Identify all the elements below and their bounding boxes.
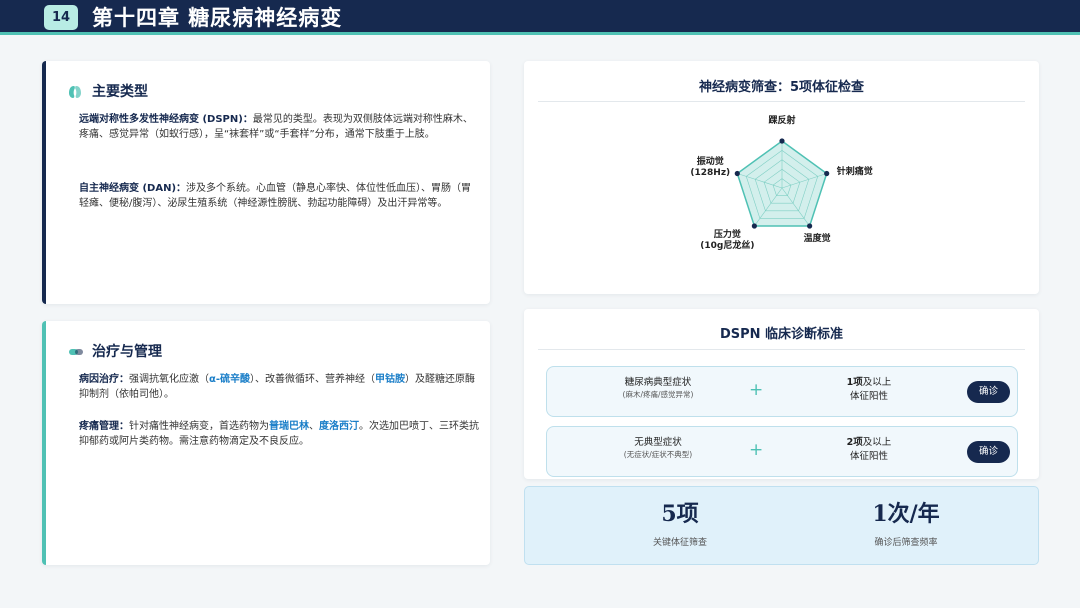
radar-axis-label: 振动觉 (128Hz): [690, 157, 731, 179]
criteria-card: DSPN 临床诊断标准 糖尿病典型症状 (麻木/疼痛/感觉异常) + 1项及以上…: [524, 309, 1039, 479]
radar-axis-label: 压力觉 (10g尼龙丝): [700, 230, 755, 252]
treatment-header: 治疗与管理: [68, 341, 162, 361]
etiology-term: 病因治疗: [79, 374, 119, 385]
criteria-row-typical: 糖尿病典型症状 (麻木/疼痛/感觉异常) + 1项及以上 体征阳性 确诊: [546, 366, 1018, 417]
radar-chart: [734, 138, 830, 229]
dspn-term: 远端对称性多发性神经病变 (DSPN): [79, 114, 243, 125]
header-bar: 14 第十四章 糖尿病神经病变: [0, 0, 1080, 35]
main-types-card: 主要类型 远端对称性多发性神经病变 (DSPN)：最常见的类型。表现为双侧肢体远…: [42, 61, 490, 304]
dan-paragraph: 自主神经病变 (DAN)：涉及多个系统。心血管（静息心率快、体位性低血压）、胃肠…: [79, 183, 472, 209]
stat-label: 确诊后筛查频率: [874, 538, 938, 548]
kidney-icon: [68, 84, 82, 98]
criteria-title: DSPN 临床诊断标准: [719, 327, 844, 342]
criteria-symptom: 无典型症状: [634, 437, 682, 448]
radar-axis-label: 温度觉: [803, 234, 831, 245]
plus-icon: +: [749, 440, 764, 460]
criteria-symptom-detail: (麻木/疼痛/感觉异常): [622, 390, 694, 399]
stat-signs: 5项 关键体征筛查: [580, 499, 780, 548]
stat-value: 5项: [661, 501, 699, 527]
radar-point: [824, 170, 830, 177]
pain-paragraph: 疼痛管理：针对痛性神经病变，首选药物为普瑞巴林、度洛西汀。次选加巴喷丁、三环类抗…: [79, 421, 479, 447]
radar-point: [751, 223, 757, 229]
criteria-row-atypical: 无典型症状 (无症状/症状不典型) + 2项及以上 体征阳性 确诊: [546, 426, 1018, 477]
dspn-paragraph: 远端对称性多发性神经病变 (DSPN)：最常见的类型。表现为双侧肢体远端对称性麻…: [79, 114, 473, 140]
main-types-title: 主要类型: [92, 84, 148, 100]
radar-point: [734, 170, 740, 177]
plus-icon: +: [749, 380, 764, 400]
radar-axis-label: 针刺痛觉: [836, 167, 873, 178]
criteria-requirement: 1项及以上 体征阳性: [846, 377, 892, 402]
diagnosis-badge: 确诊: [967, 381, 1010, 403]
page-title: 第十四章 糖尿病神经病变: [92, 5, 343, 30]
radar-point: [779, 138, 785, 144]
criteria-symptom: 糖尿病典型症状: [624, 377, 692, 388]
treatment-title: 治疗与管理: [92, 344, 162, 360]
radar-card: 神经病变筛查：5项体征检查 踝反射 针刺痛觉 温度觉 压力觉 (10g尼龙丝) 振动觉 (1…: [524, 61, 1039, 294]
diagnosis-badge: 确诊: [967, 441, 1010, 463]
drug-alpha-lipoic: α-硫辛酸: [209, 374, 251, 385]
drug-mecobalamin: 甲钴胺: [375, 374, 406, 385]
drug-pregabalin: 普瑞巴林: [269, 421, 309, 432]
main-types-header: 主要类型: [68, 81, 148, 101]
stat-label: 关键体征筛查: [652, 538, 707, 548]
stat-value: 1次/年: [872, 501, 940, 527]
drug-duloxetine: 度洛西汀: [319, 421, 359, 432]
page-number-badge: 14: [44, 5, 78, 30]
radar-axis-label: 踝反射: [768, 116, 796, 126]
pain-term: 疼痛管理: [79, 421, 119, 432]
capsule-icon: [68, 344, 83, 358]
stat-frequency: 1次/年 确诊后筛查频率: [806, 499, 1006, 548]
criteria-symptom-detail: (无症状/症状不典型): [623, 450, 693, 459]
criteria-requirement: 2项及以上 体征阳性: [846, 437, 892, 462]
dan-term: 自主神经病变 (DAN): [79, 183, 177, 194]
radar-point: [807, 223, 813, 229]
criteria-divider: [538, 349, 1025, 350]
etiology-paragraph: 病因治疗：强调抗氧化应激（α-硫辛酸）、改善微循环、营养神经（甲钴胺）及醛糖还原…: [79, 374, 476, 400]
treatment-card: 治疗与管理 病因治疗：强调抗氧化应激（α-硫辛酸）、改善微循环、营养神经（甲钴胺…: [42, 321, 490, 565]
stats-panel: 5项 关键体征筛查 1次/年 确诊后筛查频率: [524, 486, 1039, 565]
